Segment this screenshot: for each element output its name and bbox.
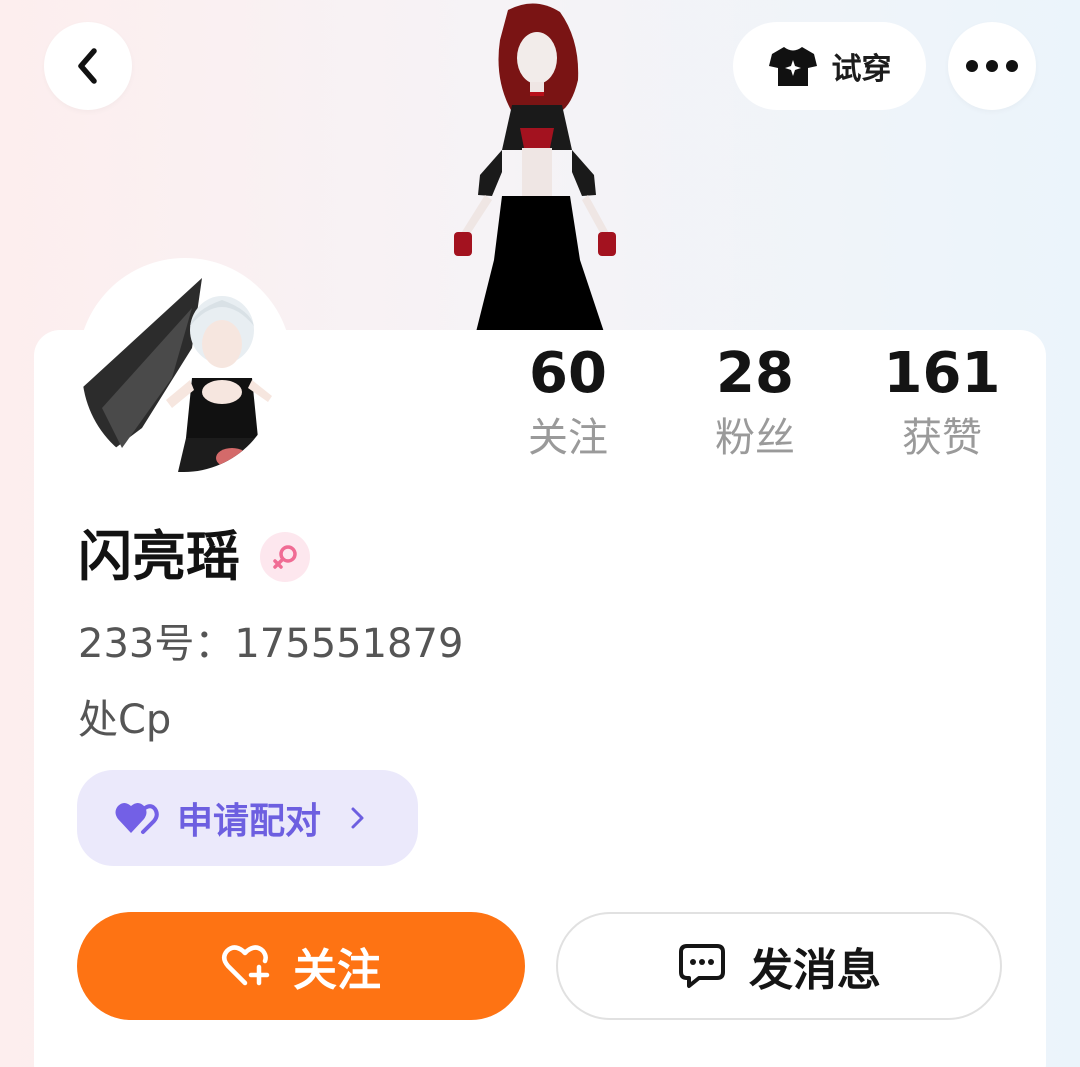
chevron-right-icon	[351, 807, 364, 829]
back-button[interactable]	[44, 22, 132, 110]
try-on-button[interactable]: 试穿	[733, 22, 926, 110]
username: 闪亮瑶	[78, 525, 240, 588]
chat-bubble-icon	[679, 944, 725, 988]
female-icon	[273, 545, 297, 569]
stat-fans[interactable]: 28 粉丝	[660, 340, 850, 466]
follow-label: 关注	[293, 945, 381, 996]
gender-badge	[260, 532, 310, 582]
stat-following-label: 关注	[528, 415, 608, 461]
bio: 处Cp	[78, 697, 172, 743]
send-message-button[interactable]: 发消息	[556, 912, 1002, 1020]
more-dots-icon	[966, 60, 1018, 72]
more-button[interactable]	[948, 22, 1036, 110]
heart-pair-icon	[115, 803, 159, 834]
try-on-label: 试穿	[831, 52, 892, 87]
character-3d-image	[454, 3, 616, 332]
tshirt-sparkle-icon	[768, 47, 817, 86]
name-row: 闪亮瑶	[78, 524, 310, 590]
stat-following-value: 60	[529, 341, 607, 406]
avatar[interactable]	[82, 268, 278, 472]
user-id: 233号：175551879	[78, 621, 464, 667]
pair-request-button[interactable]: 申请配对	[77, 770, 418, 866]
stat-fans-value: 28	[716, 341, 794, 406]
heart-plus-icon	[222, 945, 270, 986]
stats-row: 60 关注 28 粉丝 161 获赞	[470, 340, 1030, 480]
pair-request-label: 申请配对	[177, 801, 322, 842]
follow-button[interactable]: 关注	[77, 912, 525, 1020]
stat-likes-value: 161	[883, 341, 1001, 406]
stat-likes[interactable]: 161 获赞	[847, 340, 1037, 466]
stat-likes-label: 获赞	[902, 415, 982, 461]
stat-following[interactable]: 60 关注	[473, 340, 663, 466]
chevron-left-icon	[78, 48, 97, 84]
send-message-label: 发消息	[749, 945, 881, 996]
avatar-image	[82, 268, 278, 472]
stat-fans-label: 粉丝	[715, 415, 795, 461]
